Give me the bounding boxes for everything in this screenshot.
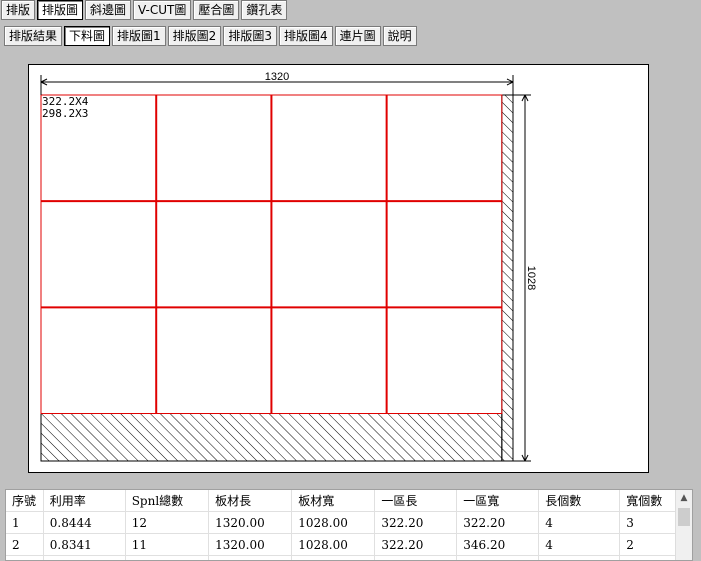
table-cell: 4: [538, 555, 621, 560]
table-cell: 322.20: [374, 533, 458, 556]
table-cell: 0.8444: [43, 511, 126, 534]
panel-cell: [40, 306, 157, 415]
table-cell: 1320.00: [208, 511, 293, 534]
column-header[interactable]: 利用率: [43, 490, 126, 512]
table-cell: 11: [125, 533, 210, 556]
sub-tab-1[interactable]: 排版結果: [4, 26, 63, 46]
scroll-thumb[interactable]: [678, 508, 690, 526]
sub-tab-2[interactable]: 下料圖: [64, 26, 111, 46]
table-row[interactable]: 2 0.8341 11 1320.00 1028.00 322.20 346.20 4 2: [6, 533, 692, 556]
table-cell: 346.20: [456, 533, 540, 556]
results-table[interactable]: 序號 利用率 Spnl總數 板材長 板材寬 一區長 一區寬 長個數 寬個數 1 0.8444 12 1…: [5, 489, 693, 561]
column-header[interactable]: 一區寬: [456, 490, 540, 512]
main-tab-bar: 排版 排版圖 斜邊圖 V-CUT圖 壓合圖 鑽孔表: [1, 0, 288, 22]
table-cell: 1028.00: [291, 511, 376, 534]
main-tab-3[interactable]: 斜邊圖: [85, 0, 132, 20]
sub-tab-bar: 排版結果 下料圖 排版圖1 排版圖2 排版圖3 排版圖4 連片圖 說明: [4, 26, 417, 48]
waste-area-right: [501, 94, 514, 462]
main-tab-5[interactable]: 壓合圖: [193, 0, 240, 20]
table-cell: 1320.00: [208, 555, 293, 560]
panel-cell: [270, 306, 388, 415]
panel-cell: [270, 94, 388, 202]
sub-tab-5[interactable]: 排版圖3: [223, 26, 277, 46]
table-cell: 0.8341: [43, 533, 126, 556]
table-cell: 322.20: [374, 511, 458, 534]
column-header[interactable]: 長個數: [538, 490, 621, 512]
table-cell: 322.20: [374, 555, 458, 560]
panel-cell: [155, 200, 272, 308]
table-cell: 4: [538, 511, 621, 534]
vertical-scrollbar[interactable]: ▲: [675, 490, 692, 560]
table-row[interactable]: 30.8100101320.001028.00322.20370.2041: [6, 555, 692, 560]
column-header[interactable]: 序號: [6, 490, 44, 512]
table-row[interactable]: 1 0.8444 12 1320.00 1028.00 322.20 322.20 4 3: [6, 511, 692, 534]
waste-area-bottom: [40, 413, 503, 462]
panel-cell: [386, 94, 503, 202]
sub-tab-3[interactable]: 排版圖1: [112, 26, 166, 46]
table-cell: 322.20: [456, 511, 540, 534]
sub-tab-7[interactable]: 連片圖: [334, 26, 381, 46]
table-cell: 10: [125, 555, 210, 560]
column-header[interactable]: 板材寬: [291, 490, 376, 512]
table-cell: 3: [6, 555, 44, 560]
table-cell: 1028.00: [291, 555, 376, 560]
table-cell: 12: [125, 511, 210, 534]
table-cell: 4: [538, 533, 621, 556]
table-header-row: 序號 利用率 Spnl總數 板材長 板材寬 一區長 一區寬 長個數 寬個數: [6, 490, 692, 512]
width-dimension-label: 1320: [265, 71, 289, 83]
cutting-diagram: 322.2X4 298.2X3 1320 1028: [28, 64, 649, 473]
column-header[interactable]: 板材長: [208, 490, 293, 512]
table-cell: 1028.00: [291, 533, 376, 556]
main-tab-4[interactable]: V-CUT圖: [133, 0, 192, 20]
panel-cell: [40, 200, 157, 308]
panel-cell: [386, 306, 503, 415]
panel-cell: [155, 306, 272, 415]
scroll-up-arrow-icon[interactable]: ▲: [676, 490, 692, 506]
height-dimension-label: 1028: [525, 266, 537, 290]
panel-cell: [155, 94, 272, 202]
panel-cell: [270, 200, 388, 308]
panel-cell: [386, 200, 503, 308]
table-cell: 370.20: [456, 555, 540, 560]
table-cell: 0.8100: [43, 555, 126, 560]
table-cell: 2: [6, 533, 44, 556]
table-cell: 1320.00: [208, 533, 293, 556]
board-outline: [40, 94, 514, 462]
sub-tab-8[interactable]: 說明: [382, 26, 417, 46]
main-tab-6[interactable]: 鑽孔表: [241, 0, 288, 20]
main-tab-2[interactable]: 排版圖: [37, 0, 84, 20]
sub-tab-6[interactable]: 排版圖4: [278, 26, 333, 46]
cell-size-label-2: 298.2X3: [42, 107, 88, 120]
column-header[interactable]: Spnl總數: [125, 490, 210, 512]
column-header[interactable]: 一區長: [374, 490, 458, 512]
sub-tab-4[interactable]: 排版圖2: [167, 26, 222, 46]
main-tab-1[interactable]: 排版: [1, 0, 36, 20]
table-cell: 1: [6, 511, 44, 534]
